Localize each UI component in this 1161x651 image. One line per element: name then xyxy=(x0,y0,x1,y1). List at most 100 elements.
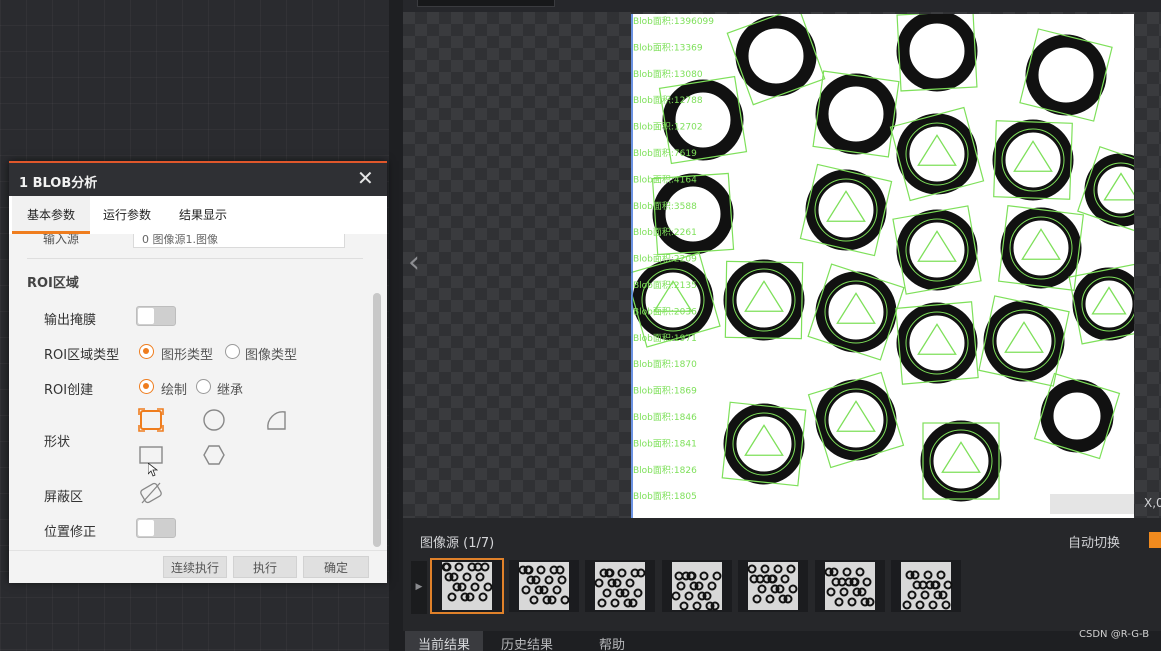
blob-ring xyxy=(892,205,982,295)
blob-analysis-dialog: 1 BLOB分析 ✕ 基本参数 运行参数 结果显示 输入源 0 图像源1.图像 … xyxy=(9,161,387,583)
blob-area-label: Blob面积:13369 xyxy=(633,41,703,53)
blob-ring xyxy=(721,401,807,487)
panel-splitter[interactable] xyxy=(389,0,403,651)
input-source-select[interactable]: 0 图像源1.图像 xyxy=(133,234,345,248)
blob-area-label: Blob面积:2135 xyxy=(633,279,697,291)
pixel-info-strip xyxy=(1050,494,1134,514)
blob-area-label: Blob面积:1846 xyxy=(633,411,697,423)
tab-result-display[interactable]: 结果显示 xyxy=(166,196,240,234)
auto-switch-toggle[interactable] xyxy=(1149,532,1161,548)
dialog-tabs: 基本参数 运行参数 结果显示 xyxy=(9,196,387,234)
blob-area-label: Blob面积:2209 xyxy=(633,253,697,265)
tab-help[interactable]: 帮助 xyxy=(572,631,652,651)
input-source-label: 输入源 xyxy=(43,234,80,246)
auto-switch-label: 自动切换 xyxy=(1068,536,1121,551)
blob-result-image[interactable]: Blob面积:1396099 Blob面积:13369 Blob面积:13080 Bl… xyxy=(631,14,1134,518)
image-thumbnail[interactable] xyxy=(891,560,961,612)
blob-ring xyxy=(1068,263,1134,345)
confirm-button[interactable]: 确定 xyxy=(303,556,369,578)
tab-basic-params[interactable]: 基本参数 xyxy=(12,196,90,234)
tab-run-params[interactable]: 运行参数 xyxy=(90,196,164,234)
radio-draw-label: 绘制 xyxy=(161,383,188,398)
blob-area-label: Blob面积:3588 xyxy=(633,200,697,212)
image-thumbnail[interactable] xyxy=(585,560,655,612)
fullscreen-rect-icon[interactable] xyxy=(137,407,165,433)
sector-icon[interactable] xyxy=(263,407,291,433)
tab-current-result[interactable]: 当前结果 xyxy=(405,631,483,651)
image-thumbnail[interactable] xyxy=(661,560,732,612)
mask-area-label: 屏蔽区 xyxy=(44,490,84,505)
blob-ring xyxy=(997,204,1085,292)
blob-ring xyxy=(651,172,735,256)
blob-ring xyxy=(889,106,985,202)
section-title-roi: ROI区域 xyxy=(27,276,79,291)
radio-inherit[interactable] xyxy=(196,379,211,394)
blob-ring xyxy=(895,301,979,385)
blob-area-label: Blob面积:2261 xyxy=(633,226,697,238)
blob-area-label: Blob面积:1869 xyxy=(633,385,697,397)
blob-area-label: Blob面积:12702 xyxy=(633,121,703,133)
blob-ring xyxy=(807,263,905,361)
run-button[interactable]: 执行 xyxy=(233,556,297,578)
blob-ring xyxy=(896,14,978,92)
blob-ring xyxy=(978,295,1070,387)
radio-shape-type[interactable] xyxy=(139,344,154,359)
position-fix-label: 位置修正 xyxy=(44,525,97,540)
blob-ring xyxy=(1019,28,1113,122)
divider xyxy=(27,258,363,259)
blob-ring xyxy=(992,119,1074,201)
dialog-title-bar[interactable]: 1 BLOB分析 ✕ xyxy=(9,163,387,196)
watermark: CSDN @R-G-B xyxy=(1079,629,1150,640)
blob-area-label: Blob面积:1870 xyxy=(633,358,697,370)
circle-icon[interactable] xyxy=(200,407,228,433)
mouse-cursor-icon xyxy=(147,462,159,477)
radio-draw[interactable] xyxy=(139,379,154,394)
blob-ring xyxy=(1077,146,1134,234)
position-fix-toggle[interactable] xyxy=(136,518,176,538)
dialog-scrollbar[interactable] xyxy=(373,293,381,547)
viewer-toolbar-field[interactable] xyxy=(417,0,555,7)
shape-label: 形状 xyxy=(44,435,71,450)
dialog-title: 1 BLOB分析 xyxy=(19,176,98,191)
radio-inherit-label: 继承 xyxy=(217,383,244,398)
blob-ring xyxy=(1033,372,1121,460)
blob-ring xyxy=(723,259,805,341)
blob-area-label: Blob面积:7619 xyxy=(633,147,697,159)
tab-history-result[interactable]: 历史结果 xyxy=(486,631,568,651)
blob-area-label: Blob面积:1805 xyxy=(633,490,697,502)
coordinate-readout: X,0 xyxy=(1144,496,1161,510)
blob-area-label: Blob面积:1841 xyxy=(633,437,697,449)
blob-ring xyxy=(807,371,905,469)
run-continuous-button[interactable]: 连续执行 xyxy=(163,556,227,578)
image-source-label: 图像源 (1/7) xyxy=(420,536,495,551)
blob-area-label: Blob面积:1971 xyxy=(633,332,697,344)
radio-shape-type-label: 图形类型 xyxy=(161,348,214,363)
blob-ring xyxy=(920,420,1002,502)
roi-type-label: ROI区域类型 xyxy=(44,348,120,363)
radio-image-type[interactable] xyxy=(225,344,240,359)
image-thumbnail[interactable] xyxy=(430,558,504,614)
blob-ring xyxy=(726,14,826,106)
blob-area-label: Blob面积:12788 xyxy=(633,94,703,106)
blob-area-label: Blob面积:1396099 xyxy=(633,15,714,27)
blob-area-label: Blob面积:2036 xyxy=(633,305,697,317)
image-thumbnail[interactable] xyxy=(738,560,808,612)
blob-ring xyxy=(799,163,893,257)
mask-disabled-icon[interactable] xyxy=(137,480,165,506)
blob-area-label: Blob面积:1826 xyxy=(633,464,697,476)
blob-area-label: Blob面积:13080 xyxy=(633,68,703,80)
blob-area-label: Blob面积:4164 xyxy=(633,173,697,185)
image-thumbnail[interactable] xyxy=(814,560,885,612)
dialog-button-bar: 连续执行 执行 确定 xyxy=(9,550,387,583)
chevron-left-icon[interactable]: ‹ xyxy=(408,248,420,278)
radio-image-type-label: 图像类型 xyxy=(245,348,298,363)
polygon-icon[interactable] xyxy=(200,442,228,468)
output-mask-label: 输出掩膜 xyxy=(44,313,97,328)
play-icon[interactable]: ▶ xyxy=(411,561,427,614)
roi-create-label: ROI创建 xyxy=(44,383,94,398)
dialog-content: 输入源 0 图像源1.图像 ROI区域 输出掩膜 ROI区域类型 图形类型 图像… xyxy=(9,234,387,550)
image-thumbnail[interactable] xyxy=(508,560,579,612)
close-icon[interactable]: ✕ xyxy=(357,168,374,188)
blob-ring xyxy=(812,70,900,158)
output-mask-toggle[interactable] xyxy=(136,306,176,326)
